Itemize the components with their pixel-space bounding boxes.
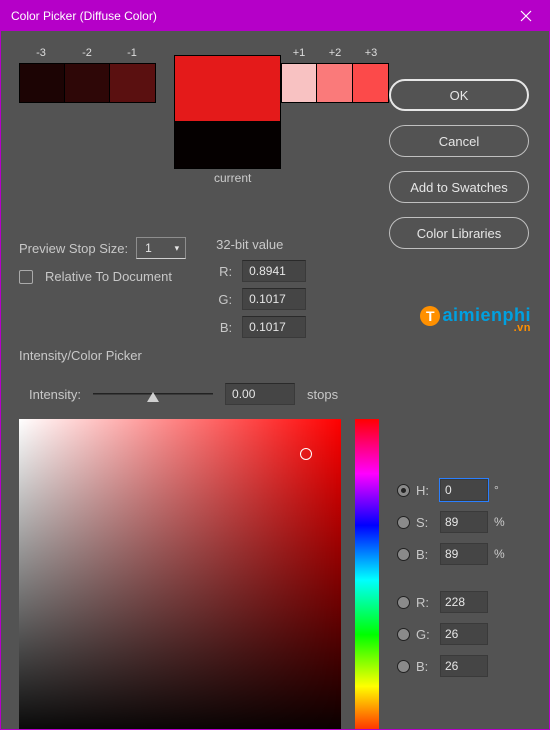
color-libraries-button[interactable]: Color Libraries [389, 217, 529, 249]
slider-thumb-icon[interactable] [147, 392, 159, 402]
watermark-icon: T [420, 306, 440, 326]
percent-symbol: % [494, 515, 508, 529]
b-32bit-input[interactable]: 0.1017 [242, 316, 306, 338]
positive-stops-swatches[interactable] [281, 63, 389, 103]
intensity-suffix: stops [307, 387, 338, 402]
stop-label: +1 [279, 47, 319, 59]
input-value: 26 [445, 659, 458, 673]
button-label: Add to Swatches [410, 180, 508, 195]
intensity-section-header: Intensity/Color Picker [19, 348, 535, 363]
stop-swatch[interactable] [282, 64, 317, 102]
relative-to-document-label: Relative To Document [45, 269, 172, 284]
button-label: Cancel [439, 134, 479, 149]
negative-stops-swatches[interactable] [19, 63, 156, 103]
dialog-buttons: OK Cancel Add to Swatches Color Librarie… [389, 79, 529, 249]
current-color-swatch[interactable] [175, 121, 280, 168]
r-32bit-input[interactable]: 0.8941 [242, 260, 306, 282]
blue-radio[interactable] [397, 660, 410, 673]
green-input[interactable]: 26 [440, 623, 488, 645]
thirtytwo-bit-header: 32-bit value [216, 237, 306, 252]
intensity-input[interactable]: 0.00 [225, 383, 295, 405]
exposure-stops-strip: -3 -2 -1 +1 +2 +3 current [19, 63, 389, 103]
b-hsb-label: B: [416, 547, 434, 562]
sv-cursor-icon[interactable] [300, 448, 312, 460]
stop-swatch[interactable] [20, 64, 65, 102]
button-label: OK [450, 88, 469, 103]
close-icon [520, 10, 532, 22]
preview-stop-size-label: Preview Stop Size: [19, 241, 128, 256]
relative-to-document-checkbox[interactable] [19, 270, 33, 284]
stop-label: -3 [21, 47, 61, 59]
brightness-input[interactable]: 89 [440, 543, 488, 565]
titlebar[interactable]: Color Picker (Diffuse Color) [1, 1, 549, 31]
close-button[interactable] [503, 1, 549, 31]
select-value: 1 [145, 241, 152, 255]
brightness-radio[interactable] [397, 548, 410, 561]
saturation-value-picker[interactable] [19, 419, 341, 730]
degree-symbol: ° [494, 483, 508, 497]
intensity-label: Intensity: [29, 387, 81, 402]
input-value: 0 [445, 483, 452, 497]
r-label: R: [216, 264, 232, 279]
color-picker-dialog: Color Picker (Diffuse Color) -3 -2 -1 +1… [0, 0, 550, 730]
r-rgb-label: R: [416, 595, 434, 610]
input-value: 26 [445, 627, 458, 641]
hue-input[interactable]: 0 [440, 479, 488, 501]
hue-slider[interactable] [355, 419, 379, 730]
ok-button[interactable]: OK [389, 79, 529, 111]
input-value: 89 [445, 515, 458, 529]
chevron-down-icon: ▾ [175, 243, 180, 254]
button-label: Color Libraries [417, 226, 502, 241]
add-to-swatches-button[interactable]: Add to Swatches [389, 171, 529, 203]
input-value: 0.1017 [249, 292, 286, 306]
g-32bit-input[interactable]: 0.1017 [242, 288, 306, 310]
sv-black-gradient [19, 419, 341, 730]
preview-stop-size-select[interactable]: 1 ▾ [136, 237, 186, 259]
new-color-swatch[interactable] [175, 56, 280, 121]
red-input[interactable]: 228 [440, 591, 488, 613]
green-radio[interactable] [397, 628, 410, 641]
stop-swatch[interactable] [110, 64, 155, 102]
stop-label: +3 [351, 47, 391, 59]
stop-swatch[interactable] [65, 64, 110, 102]
percent-symbol: % [494, 547, 508, 561]
intensity-slider[interactable] [93, 393, 213, 395]
stop-label: -1 [112, 47, 152, 59]
b-label: B: [216, 320, 232, 335]
saturation-radio[interactable] [397, 516, 410, 529]
s-label: S: [416, 515, 434, 530]
channel-inputs: H: 0 ° S: 89 % B: 89 % [397, 419, 508, 677]
input-value: 0.00 [232, 387, 255, 401]
b-rgb-label: B: [416, 659, 434, 674]
current-label: current [214, 171, 251, 185]
cancel-button[interactable]: Cancel [389, 125, 529, 157]
g-label: G: [216, 292, 232, 307]
stop-swatch[interactable] [317, 64, 352, 102]
stop-swatch[interactable] [353, 64, 388, 102]
g-rgb-label: G: [416, 627, 434, 642]
hue-radio[interactable] [397, 484, 410, 497]
blue-input[interactable]: 26 [440, 655, 488, 677]
window-title: Color Picker (Diffuse Color) [11, 9, 157, 23]
input-value: 89 [445, 547, 458, 561]
stop-label: +2 [315, 47, 355, 59]
input-value: 0.1017 [249, 320, 286, 334]
input-value: 0.8941 [249, 264, 286, 278]
input-value: 228 [445, 595, 465, 609]
new-current-swatch[interactable] [174, 55, 281, 169]
watermark: Taimienphi .vn [420, 305, 531, 334]
red-radio[interactable] [397, 596, 410, 609]
saturation-input[interactable]: 89 [440, 511, 488, 533]
h-label: H: [416, 483, 434, 498]
stop-label: -2 [67, 47, 107, 59]
